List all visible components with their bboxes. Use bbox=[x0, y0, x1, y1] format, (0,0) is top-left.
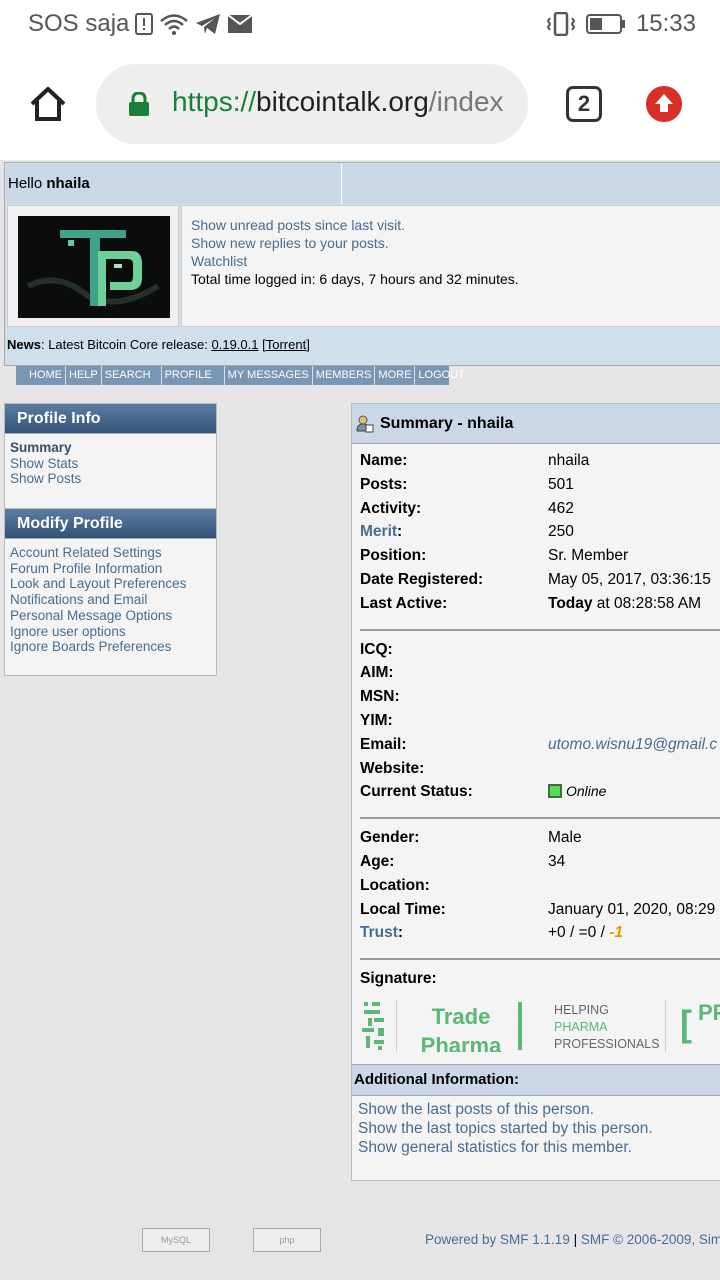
user-info: Show unread posts since last visit. Show… bbox=[181, 205, 720, 327]
nav-show-posts[interactable]: Show Posts bbox=[10, 471, 211, 487]
profile-info-title: Profile Info bbox=[5, 404, 216, 434]
field-registered: Date Registered: May 05, 2017, 03:36:15 bbox=[360, 570, 711, 588]
signature-bracket: [ bbox=[680, 1003, 692, 1044]
signature-banner[interactable]: Trade Pharma HELPING PHARMA PROFESSIONAL… bbox=[360, 1000, 720, 1052]
carrier-label: SOS saja bbox=[28, 10, 130, 37]
menu-profile[interactable]: PROFILE bbox=[162, 366, 225, 385]
copyright-link[interactable]: SMF © 2006-2009, Sim bbox=[581, 1232, 720, 1247]
field-posts: Posts: 501 bbox=[360, 475, 574, 493]
trust-link[interactable]: Trust bbox=[360, 924, 398, 941]
last-topics-link[interactable]: Show the last topics started by this per… bbox=[358, 1119, 653, 1138]
field-website: Website: bbox=[360, 759, 425, 777]
nav-show-stats[interactable]: Show Stats bbox=[10, 456, 211, 472]
tab-switcher-button[interactable]: 2 bbox=[566, 86, 602, 122]
general-stats-link[interactable]: Show general statistics for this member. bbox=[358, 1138, 653, 1157]
nav-ignore-users[interactable]: Ignore user options bbox=[10, 624, 211, 640]
powered-by-link[interactable]: Powered by SMF 1.1.19 bbox=[425, 1232, 570, 1247]
mysql-badge[interactable]: MySQL bbox=[142, 1228, 210, 1252]
menu-messages[interactable]: MY MESSAGES bbox=[225, 366, 313, 385]
email-link[interactable]: utomo.wisnu19@gmail.c bbox=[548, 736, 717, 754]
alert-icon bbox=[135, 13, 154, 35]
field-trust: Trust: +0 / =0 / -1 bbox=[360, 924, 623, 942]
home-icon[interactable] bbox=[28, 84, 68, 124]
status-bar: SOS saja 15:33 bbox=[0, 0, 720, 50]
signature-cutoff-text: PF bbox=[698, 1000, 720, 1025]
field-name: Name: nhaila bbox=[360, 452, 590, 469]
news-bar: News: Latest Bitcoin Core release: 0.19.… bbox=[7, 337, 310, 352]
field-icq: ICQ: bbox=[360, 640, 393, 658]
vibrate-icon bbox=[546, 12, 576, 36]
field-local-time: Local Time: January 01, 2020, 08:29 bbox=[360, 900, 716, 918]
browser-toolbar: https://bitcointalk.org/index 2 bbox=[0, 50, 720, 160]
nav-notifications[interactable]: Notifications and Email bbox=[10, 592, 211, 608]
field-position: Position: Sr. Member bbox=[360, 547, 629, 565]
merit-link[interactable]: Merit bbox=[360, 523, 397, 540]
last-posts-link[interactable]: Show the last posts of this person. bbox=[358, 1100, 653, 1119]
profile-info-panel: Profile Info Summary Show Stats Show Pos… bbox=[4, 403, 217, 509]
mail-icon bbox=[227, 14, 253, 33]
user-profile-icon bbox=[356, 415, 374, 433]
field-location: Location: bbox=[360, 876, 430, 894]
clock: 15:33 bbox=[635, 10, 696, 37]
menu-logout[interactable]: LOGOUT bbox=[415, 366, 476, 385]
php-badge[interactable]: php bbox=[253, 1228, 321, 1252]
torrent-link[interactable]: Torrent bbox=[266, 337, 306, 352]
nav-look-layout[interactable]: Look and Layout Preferences bbox=[10, 576, 211, 592]
summary-panel: Summary - nhaila Name: nhaila Posts: 501 A… bbox=[351, 403, 720, 1181]
summary-title: Summary - nhaila bbox=[352, 404, 720, 444]
menu-home[interactable]: HOME bbox=[26, 366, 66, 385]
url-text: https://bitcointalk.org/index bbox=[172, 86, 504, 117]
field-age: Age: 34 bbox=[360, 852, 566, 870]
field-gender: Gender: Male bbox=[360, 829, 582, 847]
unread-posts-link[interactable]: Show unread posts since last visit. bbox=[191, 216, 713, 234]
avatar-logo-icon bbox=[18, 216, 170, 318]
battery-icon bbox=[585, 14, 625, 34]
greeting: Hello nhaila bbox=[6, 164, 342, 204]
menu-members[interactable]: MEMBERS bbox=[313, 366, 376, 385]
modify-profile-title: Modify Profile bbox=[5, 509, 216, 539]
menu-help[interactable]: HELP bbox=[66, 366, 102, 385]
pharma-logo-icon bbox=[362, 1002, 384, 1050]
nav-pm-options[interactable]: Personal Message Options bbox=[10, 608, 211, 624]
nav-ignore-boards[interactable]: Ignore Boards Preferences bbox=[10, 639, 211, 655]
nav-account-settings[interactable]: Account Related Settings bbox=[10, 545, 211, 561]
username: nhaila bbox=[46, 175, 90, 192]
field-signature: Signature: bbox=[360, 970, 437, 988]
version-link[interactable]: 0.19.0.1 bbox=[212, 337, 259, 352]
divider bbox=[360, 958, 720, 961]
signature-trade-text: Trade Pharma bbox=[420, 1004, 502, 1052]
main-menu: HOME HELP SEARCH PROFILE MY MESSAGES MEM… bbox=[16, 366, 465, 385]
watchlist-link[interactable]: Watchlist bbox=[191, 252, 713, 270]
menu-more[interactable]: MORE bbox=[375, 366, 416, 385]
additional-info-title: Additional Information: bbox=[352, 1064, 720, 1096]
field-email: Email: utomo.wisnu19@gmail.c bbox=[360, 735, 718, 754]
divider bbox=[360, 817, 720, 820]
time-logged: Total time logged in: 6 days, 7 hours an… bbox=[191, 271, 519, 287]
telegram-icon bbox=[196, 14, 221, 34]
online-status-icon bbox=[548, 784, 562, 799]
divider bbox=[360, 628, 720, 631]
avatar[interactable] bbox=[18, 216, 170, 318]
modify-profile-panel: Modify Profile Account Related Settings … bbox=[4, 508, 217, 676]
field-aim: AIM: bbox=[360, 664, 394, 682]
wifi-icon bbox=[160, 14, 189, 35]
lock-icon bbox=[129, 92, 149, 116]
field-merit: Merit: 250 bbox=[360, 523, 574, 541]
address-bar[interactable]: https://bitcointalk.org/index bbox=[96, 64, 528, 144]
field-activity: Activity: 462 bbox=[360, 499, 574, 517]
new-replies-link[interactable]: Show new replies to your posts. bbox=[191, 234, 713, 252]
footer-credits: Powered by SMF 1.1.19 | SMF © 2006-2009,… bbox=[425, 1232, 720, 1247]
menu-search[interactable]: SEARCH bbox=[102, 366, 162, 385]
nav-forum-profile[interactable]: Forum Profile Information bbox=[10, 561, 211, 577]
signature-tagline: HELPING PHARMA PROFESSIONALS bbox=[554, 1003, 660, 1051]
update-icon[interactable] bbox=[646, 86, 682, 122]
field-last-active: Last Active: Today at 08:28:58 AM bbox=[360, 594, 702, 612]
field-yim: YIM: bbox=[360, 711, 393, 729]
field-status: Current Status: Online bbox=[360, 783, 607, 801]
nav-summary[interactable]: Summary bbox=[10, 440, 211, 456]
forum-header: Hello nhaila Show unread posts since las… bbox=[4, 162, 720, 366]
field-msn: MSN: bbox=[360, 688, 400, 706]
